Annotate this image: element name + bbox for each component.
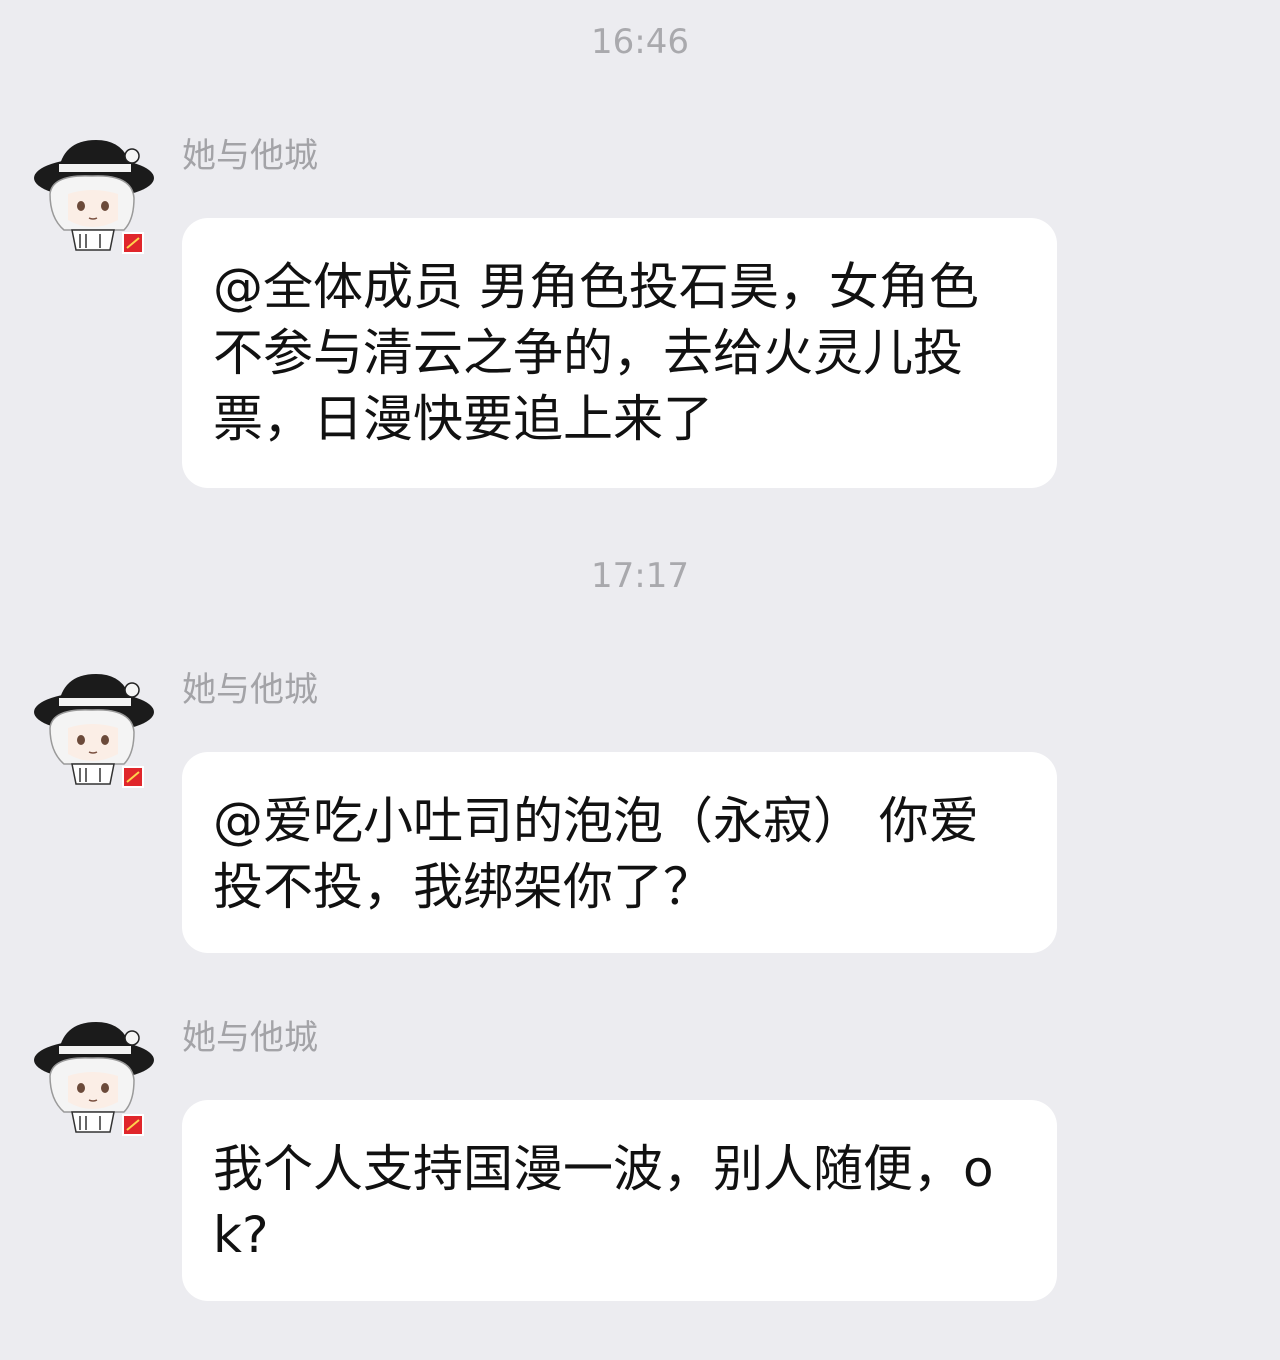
sender-name: 她与他城 xyxy=(182,1018,318,1058)
message-row: 她与他城 我个人支持国漫一波，别人随便，ok? xyxy=(0,1016,1280,1306)
message-row: 她与他城 @爱吃小吐司的泡泡（永寂） 你爱投不投，我绑架你了？ xyxy=(0,668,1280,958)
avatar[interactable] xyxy=(28,1016,156,1144)
message-bubble[interactable]: 我个人支持国漫一波，别人随便，ok? xyxy=(182,1100,1057,1301)
sender-name: 她与他城 xyxy=(182,136,318,176)
avatar[interactable] xyxy=(28,668,156,796)
timestamp: 16:46 xyxy=(591,22,689,62)
message-row: 她与他城 @全体成员 男角色投石昊，女角色不参与清云之争的，去给火灵儿投票，日漫… xyxy=(0,134,1280,494)
message-bubble[interactable]: @爱吃小吐司的泡泡（永寂） 你爱投不投，我绑架你了？ xyxy=(182,752,1057,953)
sender-name: 她与他城 xyxy=(182,670,318,710)
chat-thread: 16:46 她与他城 @全体成员 男角色投石昊，女角色不参与清云之争的，去给火灵… xyxy=(0,0,1280,1360)
timestamp: 17:17 xyxy=(591,556,689,596)
avatar[interactable] xyxy=(28,134,156,262)
message-bubble[interactable]: @全体成员 男角色投石昊，女角色不参与清云之争的，去给火灵儿投票，日漫快要追上来… xyxy=(182,218,1057,488)
